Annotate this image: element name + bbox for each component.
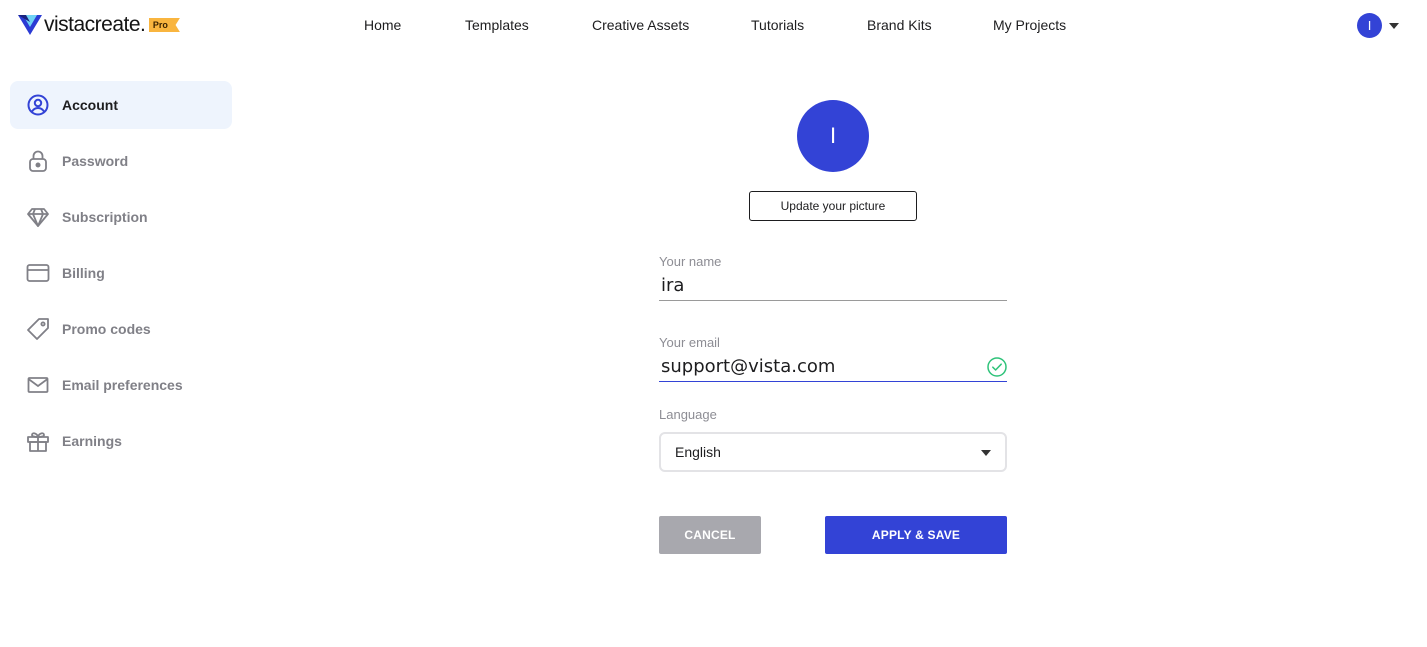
language-label: Language — [659, 407, 717, 422]
envelope-icon — [26, 373, 50, 397]
lock-icon — [26, 149, 50, 173]
nav-home[interactable]: Home — [364, 17, 401, 33]
name-field[interactable]: ira — [659, 271, 1007, 301]
sidebar-item-earnings[interactable]: Earnings — [10, 417, 232, 465]
sidebar-item-label: Subscription — [62, 209, 148, 225]
sidebar-item-label: Promo codes — [62, 321, 151, 337]
language-select-value: English — [675, 444, 721, 460]
email-field[interactable]: support@vista.com — [659, 352, 1007, 382]
check-circle-icon — [987, 357, 1007, 377]
sidebar-item-label: Email preferences — [62, 377, 183, 393]
nav-my-projects[interactable]: My Projects — [993, 17, 1066, 33]
nav-creative-assets[interactable]: Creative Assets — [592, 17, 689, 33]
user-menu[interactable]: I — [1357, 13, 1399, 38]
vistacreate-logo[interactable]: vistacreate . Pro — [18, 12, 180, 38]
email-field-label: Your email — [659, 335, 720, 350]
sidebar-item-label: Billing — [62, 265, 105, 281]
logo-dot: . — [140, 13, 146, 36]
top-header: vistacreate . Pro Home Templates Creativ… — [0, 0, 1427, 52]
sidebar-item-subscription[interactable]: Subscription — [10, 193, 232, 241]
nav-brand-kits[interactable]: Brand Kits — [867, 17, 932, 33]
profile-avatar: I — [797, 100, 869, 172]
cancel-button[interactable]: CANCEL — [659, 516, 761, 554]
credit-card-icon — [26, 261, 50, 285]
nav-templates[interactable]: Templates — [465, 17, 529, 33]
name-field-label: Your name — [659, 254, 722, 269]
gift-icon — [26, 429, 50, 453]
user-circle-icon — [26, 93, 50, 117]
sidebar-item-email-preferences[interactable]: Email preferences — [10, 361, 232, 409]
email-field-value: support@vista.com — [661, 356, 836, 377]
sidebar-item-password[interactable]: Password — [10, 137, 232, 185]
sidebar-item-promo-codes[interactable]: Promo codes — [10, 305, 232, 353]
sidebar-item-billing[interactable]: Billing — [10, 249, 232, 297]
language-select[interactable]: English — [659, 432, 1007, 472]
pro-badge: Pro — [148, 18, 180, 32]
sidebar-item-account[interactable]: Account — [10, 81, 232, 129]
sidebar-item-label: Account — [62, 97, 118, 113]
settings-sidebar: Account Password Subscription Billing Pr… — [10, 81, 232, 473]
vista-logo-mark-icon — [18, 15, 42, 35]
nav-tutorials[interactable]: Tutorials — [751, 17, 804, 33]
tag-icon — [26, 317, 50, 341]
sidebar-item-label: Password — [62, 153, 129, 169]
caret-down-icon[interactable] — [1389, 22, 1399, 29]
sidebar-item-label: Earnings — [62, 433, 122, 449]
apply-save-button[interactable]: APPLY & SAVE — [825, 516, 1007, 554]
logo-text: vistacreate — [44, 13, 141, 36]
diamond-icon — [26, 205, 50, 229]
user-avatar[interactable]: I — [1357, 13, 1382, 38]
caret-down-icon — [981, 450, 991, 456]
update-picture-button[interactable]: Update your picture — [749, 191, 917, 221]
